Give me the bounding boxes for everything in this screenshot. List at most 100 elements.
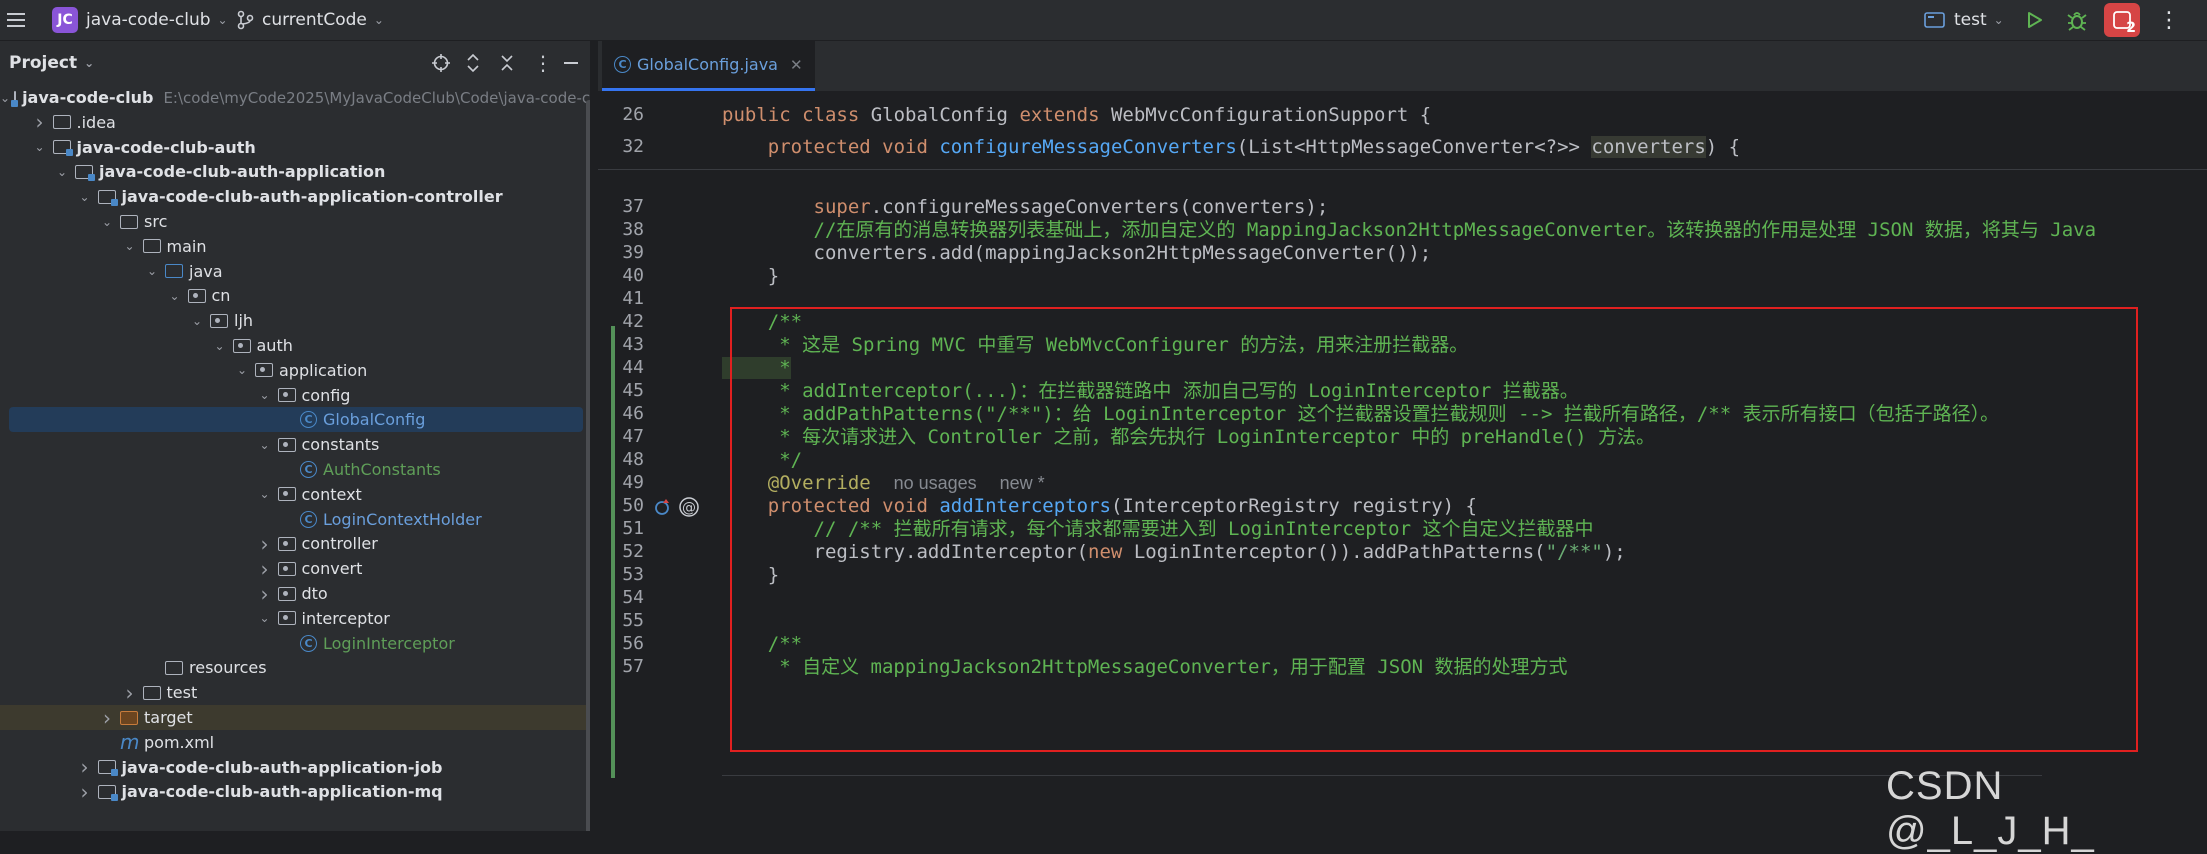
tree-item[interactable]: C AuthConstants [0, 457, 590, 482]
code-line-57[interactable]: * 自定义 mappingJackson2HttpMessageConverte… [722, 651, 1567, 683]
hide-panel-button[interactable] [563, 41, 579, 85]
tree-item[interactable]: › convert [0, 556, 590, 581]
tree-item[interactable]: ⌄ ljh [0, 308, 590, 333]
panel-options-button[interactable]: ⋮ [533, 41, 553, 85]
chevron-right-icon[interactable]: › [256, 582, 274, 606]
tree-item[interactable]: ⌄ interceptor [0, 606, 590, 631]
code-line-39[interactable]: converters.add(mappingJackson2HttpMessag… [722, 237, 1432, 269]
tree-item-label: GlobalConfig [323, 410, 426, 430]
vcs-change-marker[interactable] [611, 326, 615, 778]
chevron-down-icon[interactable]: ⌄ [256, 438, 274, 452]
chevron-down-icon[interactable]: ⌄ [0, 91, 10, 105]
chevron-down-icon[interactable]: ⌄ [76, 190, 94, 204]
project-name: java-code-club [86, 10, 211, 30]
chevron-right-icon[interactable]: › [76, 755, 94, 779]
tree-item[interactable]: ⌄ config [0, 383, 590, 408]
package-icon [277, 561, 296, 576]
more-options-button[interactable]: ⋮ [2158, 0, 2180, 40]
tree-item-label: .idea [76, 112, 116, 132]
tree-item[interactable]: › test [0, 680, 590, 705]
tree-item[interactable]: resources [0, 655, 590, 680]
java-class-icon: C [300, 634, 317, 652]
override-gutter-marker[interactable] [652, 496, 674, 522]
code-line-40[interactable]: } [722, 260, 779, 292]
tree-item[interactable]: › java-code-club-auth-application-job [0, 755, 590, 780]
git-branch-icon [237, 10, 254, 30]
tree-item[interactable]: ⌄ java-code-club E:\code\myCode2025\MyJava… [0, 85, 590, 110]
notifications-button[interactable]: 2 [2104, 0, 2140, 40]
chevron-right-icon[interactable]: › [256, 532, 274, 556]
chevron-down-icon[interactable]: ⌄ [31, 140, 49, 154]
package-icon [277, 437, 296, 452]
chevron-down-icon[interactable]: ⌄ [233, 363, 251, 377]
locate-file-button[interactable] [431, 41, 451, 85]
debug-button[interactable] [2066, 0, 2088, 40]
code-line-53[interactable]: } [722, 559, 779, 591]
tree-item[interactable]: ⌄ context [0, 482, 590, 507]
tree-item[interactable]: › controller [0, 531, 590, 556]
chevron-down-icon[interactable]: ⌄ [256, 611, 274, 625]
separator [722, 775, 2042, 776]
run-config-selector[interactable]: test ⌄ [1924, 0, 2004, 40]
hamburger-icon [7, 13, 25, 27]
sticky-line-class[interactable]: public class GlobalConfig extends WebMvc… [722, 99, 1431, 131]
chevron-down-icon: ⌄ [84, 56, 95, 70]
tab-globalconfig[interactable]: C GlobalConfig.java ✕ [602, 41, 815, 91]
chevron-right-icon[interactable]: › [98, 706, 116, 730]
tree-item[interactable]: m pom.xml [0, 730, 590, 755]
tree-item[interactable]: ⌄ main [0, 234, 590, 259]
chevron-down-icon[interactable]: ⌄ [98, 215, 116, 229]
chevron-down-icon[interactable]: ⌄ [188, 314, 206, 328]
sticky-line-method[interactable]: protected void configureMessageConverter… [722, 131, 1740, 163]
tree-item[interactable]: ⌄ java-code-club-auth-application [0, 159, 590, 184]
tree-item[interactable]: ⌄ java-code-club-auth [0, 135, 590, 160]
code-line-47[interactable]: * 每次请求进入 Controller 之前，都会先执行 LoginInterc… [722, 421, 1655, 453]
tree-scrollbar[interactable] [586, 100, 590, 831]
tree-item[interactable]: › java-code-club-auth-application-mq [0, 779, 590, 804]
run-button[interactable] [2024, 0, 2044, 40]
tree-item[interactable]: ⌄ src [0, 209, 590, 234]
close-icon[interactable]: ✕ [790, 56, 803, 74]
tree-item[interactable]: ⌄ application [0, 358, 590, 383]
svg-text:@: @ [682, 500, 696, 516]
code-line-52[interactable]: registry.addInterceptor(new LoginInterce… [722, 536, 1626, 568]
project-view-selector[interactable]: Project ⌄ [9, 41, 94, 85]
chevron-right-icon[interactable]: › [76, 780, 94, 804]
sticky-scope-header[interactable]: 26 public class GlobalConfig extends Web… [598, 91, 2207, 170]
code-line-43[interactable]: * 这是 Spring MVC 中重写 WebMvcConfigurer 的方法… [722, 329, 1468, 361]
chevron-down-icon[interactable]: ⌄ [53, 165, 71, 179]
main-menu-button[interactable] [6, 0, 28, 40]
tree-item[interactable]: C GlobalConfig [9, 407, 583, 433]
tree-item[interactable]: › dto [0, 581, 590, 606]
package-icon [277, 586, 296, 601]
package-icon [277, 487, 296, 502]
chevron-down-icon[interactable]: ⌄ [143, 264, 161, 278]
project-switcher[interactable]: JC java-code-club ⌄ [52, 0, 228, 40]
chevron-down-icon[interactable]: ⌄ [166, 289, 184, 303]
tree-item[interactable]: ⌄ java-code-club-auth-application-control… [0, 184, 590, 209]
tree-item[interactable]: ⌄ auth [0, 333, 590, 358]
chevron-right-icon[interactable]: › [31, 110, 49, 134]
annotation-gutter-marker[interactable]: @ [678, 496, 700, 522]
tree-item[interactable]: ⌄ java [0, 259, 590, 284]
chevron-down-icon[interactable]: ⌄ [256, 388, 274, 402]
module-path: E:\code\myCode2025\MyJavaCodeClub\Code\j… [163, 88, 590, 107]
collapse-all-button[interactable] [499, 41, 515, 85]
tree-item-label: java-code-club-auth-application-mq [121, 782, 443, 802]
tree-item-label: java-code-club-auth [76, 137, 256, 157]
tree-item[interactable]: › .idea [0, 110, 590, 135]
folder-icon [120, 710, 138, 725]
tree-item[interactable]: › target [0, 705, 590, 730]
tree-item-label: auth [256, 336, 293, 355]
chevron-down-icon[interactable]: ⌄ [211, 339, 229, 353]
chevron-right-icon[interactable]: › [256, 557, 274, 581]
chevron-down-icon[interactable]: ⌄ [256, 487, 274, 501]
tree-item[interactable]: C LoginInterceptor [0, 631, 590, 656]
tree-item[interactable]: ⌄ constants [0, 432, 590, 457]
chevron-down-icon[interactable]: ⌄ [121, 239, 139, 253]
tree-item[interactable]: ⌄ cn [0, 283, 590, 308]
chevron-right-icon[interactable]: › [121, 681, 139, 705]
expand-collapse-button[interactable] [465, 41, 481, 85]
branch-switcher[interactable]: currentCode ⌄ [236, 0, 384, 40]
tree-item[interactable]: C LoginContextHolder [0, 507, 590, 532]
